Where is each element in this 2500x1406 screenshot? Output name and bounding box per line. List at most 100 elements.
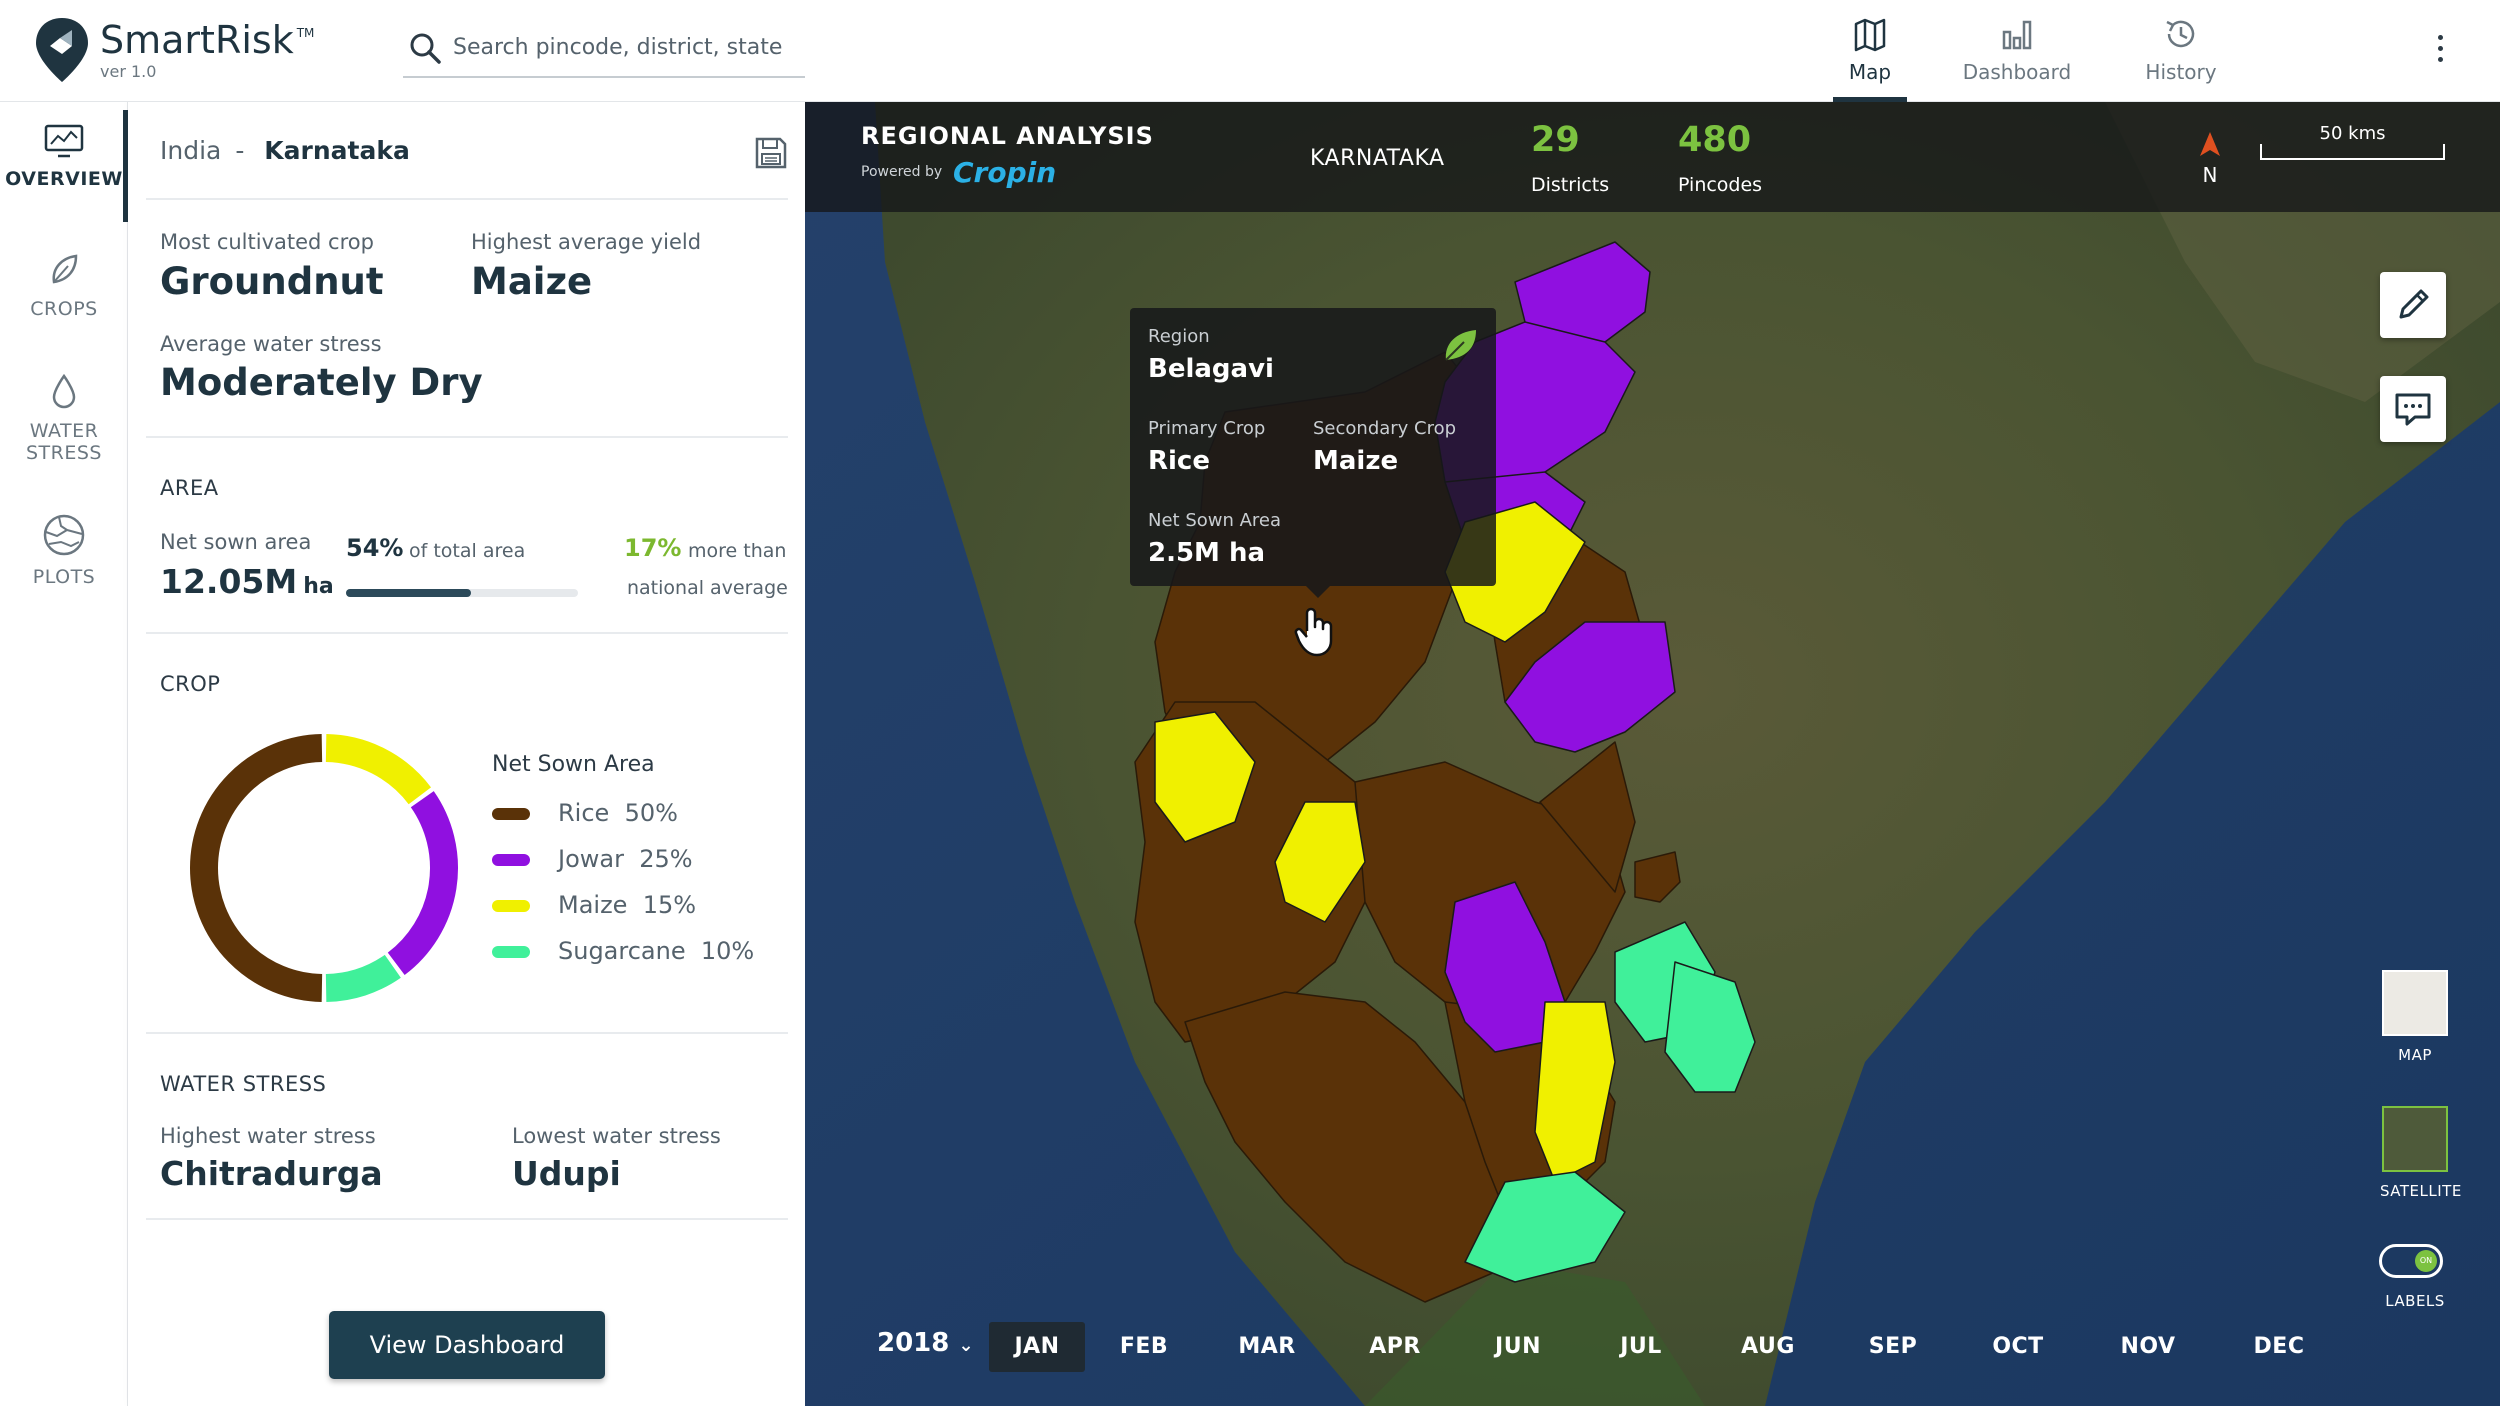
powered-by-label: Powered by — [861, 164, 943, 180]
rail-item-plots[interactable]: PLOTS — [0, 512, 128, 588]
leaf-icon — [1445, 330, 1476, 361]
view-dashboard-button[interactable]: View Dashboard — [329, 1311, 605, 1379]
divider — [146, 632, 788, 634]
bar-chart-icon — [2002, 20, 2032, 50]
year-selector[interactable]: 2018 ⌄ — [877, 1328, 974, 1358]
north-arrow-icon — [2200, 132, 2220, 156]
legend-pct: 10% — [700, 937, 755, 965]
map-icon — [1854, 18, 1886, 52]
month-timeline: 2018 ⌄ JAN FEB MAR APR JUN JUL AUG SEP O… — [805, 1298, 2500, 1406]
layer-satellite-label: SATELLITE — [2380, 1182, 2462, 1200]
divider — [146, 198, 788, 200]
pct-total-label: of total area — [409, 540, 526, 562]
legend-swatch-rice — [492, 808, 530, 820]
rail-label-overview: OVERVIEW — [5, 168, 123, 190]
area-progress-bar — [346, 589, 578, 597]
tab-dashboard[interactable]: Dashboard — [1962, 14, 2072, 102]
divider — [146, 436, 788, 438]
crop-legend-title: Net Sown Area — [492, 752, 655, 777]
month-jul[interactable]: JUL — [1605, 1322, 1677, 1372]
water-section-title: WATER STRESS — [160, 1072, 327, 1096]
labels-toggle[interactable]: ON — [2379, 1244, 2443, 1278]
divider — [146, 1218, 788, 1220]
map-layer-thumbnail — [2382, 970, 2448, 1036]
search-input[interactable] — [453, 32, 793, 62]
legend-pct: 50% — [624, 799, 678, 827]
highest-water-stress-value: Chitradurga — [160, 1154, 383, 1193]
north-label: N — [2202, 163, 2218, 187]
scale-bar: 50 kms — [2260, 125, 2445, 160]
tooltip-secondary-value: Maize — [1313, 446, 1399, 476]
highest-water-stress-label: Highest water stress — [160, 1124, 376, 1148]
lowest-water-stress-value: Udupi — [512, 1154, 621, 1193]
map-view[interactable]: REGIONAL ANALYSIS Powered by Cropin KARN… — [805, 102, 2500, 1406]
cropin-logo: Cropin — [953, 156, 1057, 189]
save-icon[interactable] — [754, 136, 788, 170]
avg-water-stress-label: Average water stress — [160, 332, 382, 356]
rail-label-plots: PLOTS — [32, 566, 96, 588]
breadcrumb-country[interactable]: India — [160, 136, 221, 165]
crop-legend-item: Rice 50% — [492, 799, 678, 829]
layer-map-label: MAP — [2398, 1046, 2432, 1064]
month-dec[interactable]: DEC — [2239, 1322, 2319, 1372]
legend-name: Jowar — [558, 845, 624, 873]
crop-donut-chart — [190, 734, 458, 1002]
month-aug[interactable]: AUG — [1728, 1322, 1808, 1372]
month-oct[interactable]: OCT — [1980, 1322, 2056, 1372]
tab-dashboard-label: Dashboard — [1962, 60, 2072, 84]
search-icon — [410, 33, 441, 64]
overview-panel: India - Karnataka Most cultivated crop G… — [128, 102, 805, 1406]
legend-pct: 25% — [639, 845, 693, 873]
month-nov[interactable]: NOV — [2108, 1322, 2188, 1372]
highest-yield-label: Highest average yield — [471, 230, 702, 254]
month-apr[interactable]: APR — [1359, 1322, 1431, 1372]
monitor-chart-icon — [44, 124, 84, 158]
month-jan[interactable]: JAN — [989, 1322, 1085, 1372]
legend-swatch-jowar — [492, 854, 530, 866]
crop-legend-item: Maize 15% — [492, 891, 696, 921]
more-menu-icon[interactable] — [2432, 32, 2448, 68]
legend-name: Maize — [558, 891, 628, 919]
tooltip-area-label: Net Sown Area — [1148, 510, 1282, 531]
rail-label-crops: CROPS — [30, 298, 98, 320]
districts-count: 29 — [1531, 120, 1580, 160]
layer-map-button[interactable]: MAP — [2380, 970, 2450, 1064]
satellite-layer-thumbnail — [2382, 1106, 2448, 1172]
rail-item-crops[interactable]: CROPS — [0, 250, 128, 320]
month-jun[interactable]: JUN — [1482, 1322, 1554, 1372]
crop-legend-item: Sugarcane 10% — [492, 937, 754, 967]
app-version: ver 1.0 — [100, 62, 157, 81]
water-drop-icon — [52, 373, 76, 409]
rail-item-water-stress[interactable]: WATER STRESS — [0, 372, 128, 464]
most-cultivated-value: Groundnut — [160, 260, 384, 303]
north-arrow: N — [2198, 130, 2222, 190]
draw-tool-button[interactable] — [2380, 272, 2446, 338]
rail-item-overview[interactable]: OVERVIEW — [0, 110, 128, 222]
crop-legend-item: Jowar 25% — [492, 845, 693, 875]
breadcrumb-state: Karnataka — [264, 136, 410, 165]
search-bar[interactable] — [403, 24, 805, 78]
layer-satellite-button[interactable]: SATELLITE — [2380, 1106, 2461, 1200]
comment-icon — [2395, 393, 2431, 426]
tab-map[interactable]: Map — [1833, 14, 1907, 102]
month-mar[interactable]: MAR — [1229, 1322, 1305, 1372]
most-cultivated-label: Most cultivated crop — [160, 230, 374, 254]
tab-history-label: History — [2145, 60, 2217, 84]
regional-analysis-header: REGIONAL ANALYSIS Powered by Cropin KARN… — [805, 102, 2500, 212]
tooltip-primary-label: Primary Crop — [1148, 418, 1266, 439]
net-sown-area-label: Net sown area — [160, 530, 312, 554]
month-sep[interactable]: SEP — [1855, 1322, 1931, 1372]
legend-swatch-sugarcane — [492, 946, 530, 958]
regional-analysis-title: REGIONAL ANALYSIS — [861, 122, 1154, 150]
pct-more-value: 17% — [624, 534, 682, 562]
area-section-title: AREA — [160, 476, 219, 500]
month-feb[interactable]: FEB — [1108, 1322, 1180, 1372]
tooltip-secondary-label: Secondary Crop — [1313, 418, 1457, 439]
comment-tool-button[interactable] — [2380, 376, 2446, 442]
pct-total-value: 54% — [346, 534, 404, 562]
tab-history[interactable]: History — [2126, 14, 2236, 102]
area-progress-fill — [346, 589, 472, 597]
pincodes-count: 480 — [1678, 120, 1752, 160]
top-bar: SmartRiskTM ver 1.0 Map Dashboard Histor… — [0, 0, 2500, 102]
breadcrumb-separator: - — [235, 136, 245, 165]
